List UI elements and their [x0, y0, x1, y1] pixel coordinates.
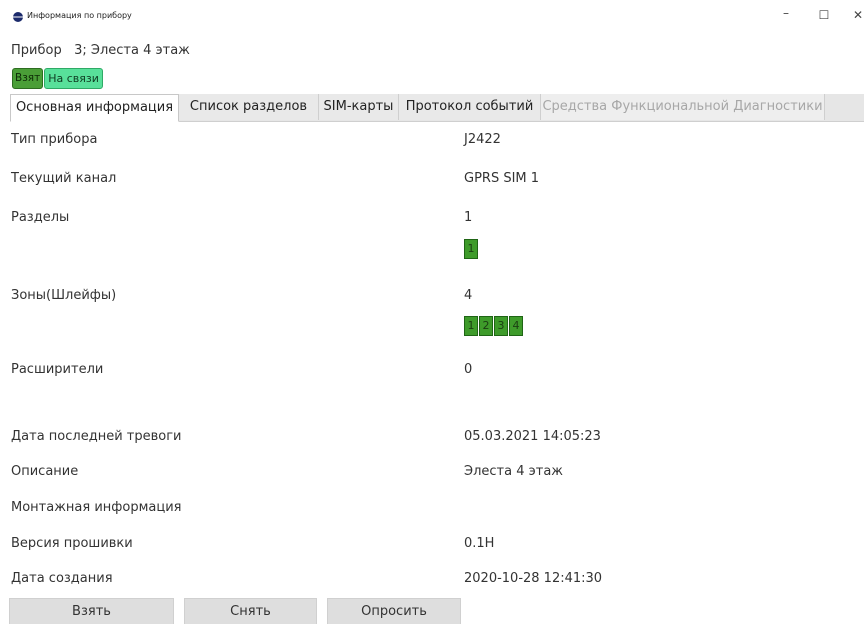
device-label: Прибор: [11, 43, 62, 58]
tab-main-info[interactable]: Основная информация: [10, 94, 179, 122]
device-header: Прибор 3; Элеста 4 этаж: [11, 43, 190, 58]
zone-chip[interactable]: 1: [464, 316, 478, 336]
disarm-button[interactable]: Снять: [184, 598, 317, 624]
firmware-value: 0.1H: [464, 536, 495, 551]
zones-count: 4: [464, 288, 473, 303]
channel-label: Текущий канал: [11, 171, 117, 186]
channel-value: GPRS SIM 1: [464, 171, 540, 186]
zone-chip[interactable]: 3: [494, 316, 508, 336]
created-value: 2020-10-28 12:41:30: [464, 571, 603, 586]
arm-button[interactable]: Взять: [9, 598, 174, 624]
minimize-icon[interactable]: –: [776, 6, 796, 20]
poll-button[interactable]: Опросить: [327, 598, 461, 624]
partition-chip[interactable]: 1: [464, 239, 478, 259]
title-bar: Информация по прибору – ☐ ✕: [0, 0, 864, 34]
created-label: Дата создания: [11, 571, 113, 586]
app-logo-icon: [13, 12, 23, 22]
last-alarm-label: Дата последней тревоги: [11, 429, 182, 444]
close-icon[interactable]: ✕: [848, 8, 864, 22]
status-badges: Взят На связи: [12, 68, 103, 89]
expanders-label: Расширители: [11, 362, 104, 377]
zones-chips: 1 2 3 4: [464, 316, 524, 336]
description-label: Описание: [11, 464, 79, 479]
partitions-label: Разделы: [11, 210, 70, 225]
mount-info-label: Монтажная информация: [11, 500, 182, 515]
last-alarm-value: 05.03.2021 14:05:23: [464, 429, 601, 444]
device-info: 3; Элеста 4 этаж: [74, 43, 190, 58]
partitions-count: 1: [464, 210, 473, 225]
window-title: Информация по прибору: [27, 11, 132, 20]
tab-event-log[interactable]: Протокол событий: [399, 94, 541, 120]
firmware-label: Версия прошивки: [11, 536, 133, 551]
expanders-value: 0: [464, 362, 473, 377]
partitions-chips: 1: [464, 239, 479, 259]
zone-chip[interactable]: 2: [479, 316, 493, 336]
zones-label: Зоны(Шлейфы): [11, 288, 117, 303]
device-type-value: J2422: [464, 132, 501, 147]
tab-partitions-list[interactable]: Список разделов: [179, 94, 319, 120]
description-value: Элеста 4 этаж: [464, 464, 563, 479]
armed-status-badge: Взят: [12, 68, 44, 89]
tab-sim-cards[interactable]: SIM-карты: [319, 94, 399, 120]
tab-functional-diagnostics[interactable]: Средства Функциональной Диагностики: [541, 94, 825, 120]
tab-bar: Основная информация Список разделов SIM-…: [10, 94, 864, 122]
maximize-icon[interactable]: ☐: [814, 8, 834, 22]
online-status-badge: На связи: [44, 68, 103, 89]
zone-chip[interactable]: 4: [509, 316, 523, 336]
device-type-label: Тип прибора: [11, 132, 98, 147]
